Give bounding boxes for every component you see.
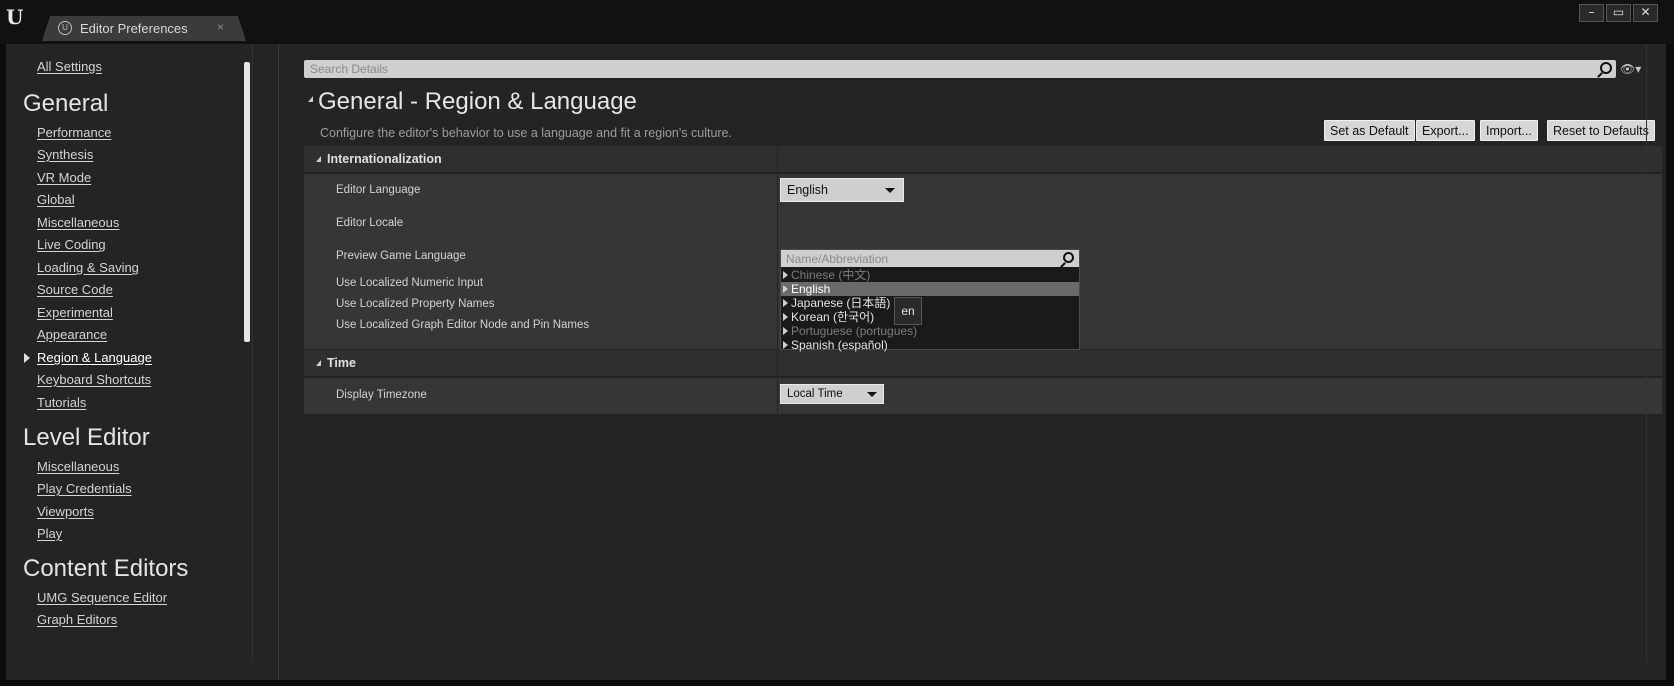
nav-item-region-language[interactable]: Region & Language [37,350,152,365]
nav-item-appearance[interactable]: Appearance [37,327,107,342]
active-item-arrow-icon [24,353,30,363]
language-option-label: Spanish (español) [791,338,888,352]
localized-property-names-label: Use Localized Property Names [336,298,495,310]
nav-scrollbar-thumb[interactable] [244,62,250,342]
view-options-eye-icon[interactable]: 👁▾ [1620,62,1648,76]
language-option-label: Korean (한국어) [791,310,875,324]
search-icon[interactable] [1600,62,1612,74]
panel-divider [278,44,279,680]
language-search-box[interactable] [781,250,1079,267]
nav-heading-general: General [23,90,109,117]
set-as-default-button[interactable]: Set as Default [1324,120,1415,141]
collapse-time-icon[interactable] [316,360,321,366]
collapse-section-icon[interactable] [308,96,313,102]
expand-arrow-icon[interactable] [783,271,788,279]
search-input[interactable] [310,61,1570,77]
time-properties [304,378,1662,414]
expand-arrow-icon[interactable] [783,341,788,349]
nav-item-graph-editors[interactable]: Graph Editors [37,612,117,627]
search-icon[interactable] [1063,252,1074,263]
title-bar: U U Editor Preferences × – ▭ ✕ [0,0,1674,44]
editor-language-label: Editor Language [336,184,421,196]
column-splitter[interactable] [777,146,778,349]
expand-arrow-icon[interactable] [783,327,788,335]
export-button[interactable]: Export... [1416,120,1475,141]
editor-locale-label: Editor Locale [336,217,404,229]
language-option-portuguese[interactable]: Portuguese (portugues) [781,324,1079,338]
tab-title: Editor Preferences [80,21,188,36]
language-option-chinese[interactable]: Chinese (中文) [781,268,1079,282]
localized-numeric-input-label: Use Localized Numeric Input [336,277,484,289]
nav-item-loading-saving[interactable]: Loading & Saving [37,260,139,275]
maximize-button[interactable]: ▭ [1606,4,1631,22]
minimize-button[interactable]: – [1579,4,1604,22]
import-button[interactable]: Import... [1480,120,1538,141]
tab-editor-preferences[interactable]: U Editor Preferences × [42,16,246,41]
window-controls: – ▭ ✕ [1579,4,1658,22]
preferences-panel: All Settings General Performance Synthes… [6,44,1666,680]
editor-language-value: English [787,183,828,197]
language-option-label: Portuguese (portugues) [791,324,918,338]
page-description: Configure the editor's behavior to use a… [320,126,732,140]
page-title: General - Region & Language [318,88,637,115]
column-splitter[interactable] [777,350,778,414]
preview-game-language-label: Preview Game Language [336,250,466,262]
localized-graph-names-label: Use Localized Graph Editor Node and Pin … [336,319,590,331]
nav-item-miscellaneous[interactable]: Miscellaneous [37,215,119,230]
nav-item-global[interactable]: Global [37,192,75,207]
nav-all-settings[interactable]: All Settings [37,59,102,74]
close-button[interactable]: ✕ [1633,4,1658,22]
nav-item-experimental[interactable]: Experimental [37,305,113,320]
details-scrollbar-track [1646,44,1647,662]
settings-nav: All Settings General Performance Synthes… [6,44,252,662]
culture-code-tooltip: en [894,297,922,325]
nav-scrollbar-track [252,44,253,662]
editor-language-dropdown[interactable]: English [780,178,904,202]
unreal-logo-icon[interactable]: U [6,6,28,28]
reset-to-defaults-button[interactable]: Reset to Defaults [1547,120,1655,141]
language-option-label: Japanese (日本語) [791,296,891,310]
language-option-spanish[interactable]: Spanish (español) [781,338,1079,352]
nav-item-performance[interactable]: Performance [37,125,111,140]
chevron-down-icon [885,188,895,193]
category-internationalization[interactable]: Internationalization [304,146,1662,172]
display-timezone-dropdown[interactable]: Local Time [780,384,884,404]
nav-item-viewports[interactable]: Viewports [37,504,94,519]
nav-item-live-coding[interactable]: Live Coding [37,237,106,252]
nav-item-vr-mode[interactable]: VR Mode [37,170,91,185]
language-option-label: English [791,282,831,296]
nav-heading-content-editors: Content Editors [23,555,189,582]
nav-item-level-miscellaneous[interactable]: Miscellaneous [37,459,119,474]
language-option-korean[interactable]: Korean (한국어) [781,310,1079,324]
category-label: Time [327,356,356,370]
nav-item-keyboard-shortcuts[interactable]: Keyboard Shortcuts [37,372,151,387]
nav-item-play[interactable]: Play [37,526,62,541]
collapse-internationalization-icon[interactable] [316,156,321,162]
expand-arrow-icon[interactable] [783,285,788,293]
display-timezone-label: Display Timezone [336,389,427,401]
chevron-down-icon [867,392,877,397]
unreal-tab-icon: U [58,21,72,35]
language-option-english[interactable]: English [781,282,1079,296]
category-label: Internationalization [327,152,442,166]
search-details-box[interactable] [304,60,1616,78]
language-option-japanese[interactable]: Japanese (日本語) [781,296,1079,310]
category-time[interactable]: Time [304,350,1662,376]
nav-heading-level-editor: Level Editor [23,424,150,451]
expand-arrow-icon[interactable] [783,313,788,321]
expand-arrow-icon[interactable] [783,299,788,307]
language-option-label: Chinese (中文) [791,268,871,282]
nav-item-synthesis[interactable]: Synthesis [37,147,93,162]
nav-item-source-code[interactable]: Source Code [37,282,113,297]
display-timezone-value: Local Time [787,388,843,400]
nav-item-tutorials[interactable]: Tutorials [37,395,86,410]
tab-close-icon[interactable]: × [217,20,224,34]
nav-item-umg-sequence-editor[interactable]: UMG Sequence Editor [37,590,167,605]
nav-item-play-credentials[interactable]: Play Credentials [37,481,132,496]
language-dropdown-menu: Chinese (中文) English Japanese (日本語) Kore… [780,249,1080,352]
language-search-input[interactable] [786,251,1056,266]
